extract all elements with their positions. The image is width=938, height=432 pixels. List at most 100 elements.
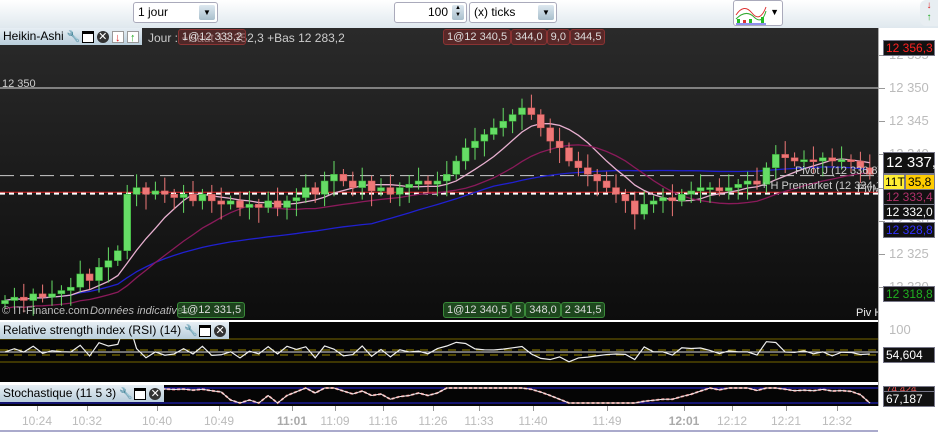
rsi-axis-label: 100 [889,322,911,337]
time-tick-label: 10:40 [141,414,173,428]
maximize-icon[interactable] [199,324,212,337]
candle-body [828,157,836,162]
price-tick [879,254,885,255]
candle-body [668,197,677,202]
candle-body [734,184,742,188]
time-tick-label: 12:12 [716,414,748,428]
candle-body [631,200,639,215]
candle-body [104,260,113,268]
close-icon[interactable]: ✕ [214,324,227,337]
candle-body [574,160,583,168]
trade-label: 5 [511,302,526,318]
candle-body [67,286,75,291]
buy-sell-toggle-icon[interactable]: ↓ ↑ [920,0,938,26]
chart-title-bar: Heikin-Ashi 🔧 ✕ ↓ ↑ [0,28,142,45]
candle-body [386,187,395,195]
time-tick [335,406,336,411]
buy-arrow-icon[interactable]: ↑ [126,30,139,44]
time-tick-label: 10:24 [21,414,53,428]
candle-body [725,187,733,192]
count-value: 100 [427,5,448,19]
stepper-icon[interactable]: ▲ ▼ [452,5,464,20]
chevron-down-icon: ▼ [538,5,554,20]
candle-body [687,190,695,195]
close-icon[interactable]: ✕ [149,387,162,400]
candle-body [208,193,216,202]
candle-body [753,180,761,185]
time-axis[interactable]: 10:24 10:32 10:40 10:49 11:01 11:09 11:16 11:26… [0,406,878,432]
candle-body [715,187,724,192]
wrench-icon[interactable]: 🔧 [119,388,133,400]
stoch-value-box: 67,187 [883,391,935,407]
candle-body [38,293,47,298]
disclaimer-text: Données indicatives [90,305,189,317]
price-box: 12 332,0 [883,204,935,220]
candle-body [358,180,366,188]
pivot-label: Pivot J (12 336,8) [795,165,878,177]
candle-body [132,187,141,195]
price-box: 12 337,0 [883,152,938,174]
candle-body [612,187,620,195]
candle-body [527,107,536,115]
time-tick [157,406,158,411]
unit-value: (x) ticks [474,5,516,19]
rsi-panel[interactable]: Relative strength index (RSI) (14) 🔧 ✕ [0,322,878,382]
candle-body [29,293,37,301]
dropdown-arrow-icon: ▼ [770,7,779,17]
time-tick [433,406,434,411]
unit-select[interactable]: (x) ticks ▼ [469,2,557,23]
time-tick [383,406,384,411]
short-moving-average [4,123,870,302]
time-tick-label: 11:26 [418,414,448,428]
candle-body [226,200,235,205]
stochastic-panel[interactable]: Stochastique (11 5 3) 🔧 ✕ [0,385,878,406]
indicators-button[interactable]: ▼ [733,0,783,26]
candle-body [245,203,254,208]
wrench-icon[interactable]: 🔧 [184,325,198,337]
time-tick-label: 10:49 [203,414,235,428]
candle-body [264,200,272,208]
candle-body [142,187,150,195]
trade-label: 1@12 340,5 [443,302,512,318]
period-select[interactable]: 1 jour ▼ [133,2,218,23]
trade-label: 1@12 333,2 [178,29,247,45]
price-chart[interactable]: Heikin-Ashi 🔧 ✕ ↓ ↑ Jour : +Haut 12 352,… [0,28,878,320]
candle-body [772,154,780,168]
candle-body [461,147,470,162]
time-tick [786,406,787,411]
time-tick-label: 10:32 [71,414,103,428]
candle-body [659,197,667,202]
candle-body [847,159,855,162]
candle-body [255,203,263,208]
candle-body [179,193,188,198]
candle-body [621,193,630,202]
candle-body [499,120,507,129]
candle-body [678,193,686,202]
candle-body [57,290,66,295]
price-tick-label: 12 345 [889,113,929,129]
candle-body [584,167,592,175]
candle-body [424,180,432,185]
sell-arrow-icon[interactable]: ↓ [111,30,124,44]
candle-body [443,174,451,182]
price-axis[interactable]: 12 35512 35012 34512 34012 33512 33012 3… [878,28,938,407]
time-tick-label: 11:33 [464,414,494,428]
rsi-value-box: 54,604 [883,347,935,363]
count-input[interactable]: 100 ▲ ▼ [394,2,467,23]
wrench-icon[interactable]: 🔧 [67,31,81,43]
time-tick [732,406,733,411]
close-icon[interactable]: ✕ [96,30,109,43]
price-box: 11T [883,174,905,190]
time-tick-label: 11:16 [368,414,398,428]
candle-body [95,267,103,281]
candle-body [452,160,460,175]
trades-top: 1@12 340,5 344,0 9,0 344,5 [443,29,606,45]
time-tick-label: 11:09 [320,414,350,428]
candle-body [151,190,160,195]
maximize-icon[interactable] [81,30,94,43]
candle-body [555,140,564,149]
maximize-icon[interactable] [134,387,147,400]
purple-average [4,144,870,310]
candle-body [170,193,178,198]
candle-body [490,127,498,135]
